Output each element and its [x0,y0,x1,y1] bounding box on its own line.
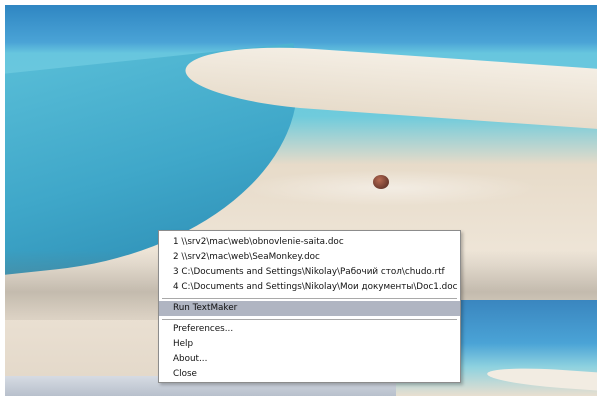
run-textmaker-item[interactable]: Run TextMaker [159,301,460,316]
thumbnail-sand [486,364,597,394]
recent-file-item[interactable]: 1 \\srv2\mac\web\obnovlenie-saita.doc [159,235,460,250]
help-item[interactable]: Help [159,337,460,352]
recent-file-item[interactable]: 4 C:\Documents and Settings\Nikolay\Мои … [159,280,460,295]
menu-separator [162,319,457,320]
close-item[interactable]: Close [159,367,460,382]
recent-file-item[interactable]: 3 C:\Documents and Settings\Nikolay\Рабо… [159,265,460,280]
about-item[interactable]: About... [159,352,460,367]
preferences-item[interactable]: Preferences... [159,322,460,337]
context-menu: 1 \\srv2\mac\web\obnovlenie-saita.doc 2 … [158,230,461,383]
menu-separator [162,298,457,299]
coconut [373,175,389,189]
recent-file-item[interactable]: 2 \\srv2\mac\web\SeaMonkey.doc [159,250,460,265]
